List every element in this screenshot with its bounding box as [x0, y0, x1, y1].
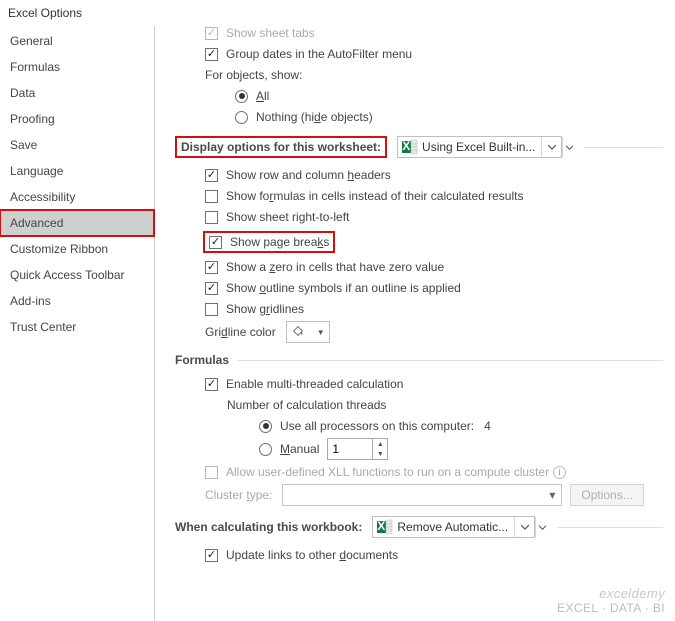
formulas-section-title: Formulas: [175, 353, 229, 367]
show-formulas-label: Show formulas in cells instead of their …: [226, 189, 523, 203]
sidebar-item-save[interactable]: Save: [0, 132, 154, 158]
outline-label: Show outline symbols if an outline is ap…: [226, 281, 461, 295]
num-threads-label: Number of calculation threads: [227, 398, 386, 412]
worksheet-dropdown[interactable]: X Using Excel Built-in...: [397, 136, 562, 158]
excel-file-icon: X: [402, 139, 418, 155]
sidebar-item-formulas[interactable]: Formulas: [0, 54, 154, 80]
sidebar-item-language[interactable]: Language: [0, 158, 154, 184]
zero-values-checkbox[interactable]: [205, 261, 218, 274]
sidebar-item-trust-center[interactable]: Trust Center: [0, 314, 154, 340]
chevron-down-icon: ▼: [317, 328, 325, 337]
objects-nothing-label: Nothing (hide objects): [256, 110, 373, 124]
objects-all-label: All: [256, 89, 269, 103]
multithread-checkbox[interactable]: [205, 378, 218, 391]
update-links-checkbox[interactable]: [205, 549, 218, 562]
sidebar-item-data[interactable]: Data: [0, 80, 154, 106]
info-icon[interactable]: i: [553, 466, 566, 479]
svg-text:X: X: [378, 519, 386, 533]
use-all-processors-label: Use all processors on this computer:: [280, 419, 484, 433]
update-links-label: Update links to other documents: [226, 548, 398, 562]
show-sheet-tabs-label: Show sheet tabs: [226, 26, 315, 40]
right-to-left-checkbox[interactable]: [205, 211, 218, 224]
excel-file-icon: X: [377, 519, 393, 535]
gridlines-label: Show gridlines: [226, 302, 304, 316]
manual-label: Manual: [280, 442, 319, 456]
sidebar-item-advanced[interactable]: Advanced: [0, 210, 154, 236]
gridlines-checkbox[interactable]: [205, 303, 218, 316]
xll-label: Allow user-defined XLL functions to run …: [226, 465, 549, 479]
sidebar-item-proofing[interactable]: Proofing: [0, 106, 154, 132]
manual-threads-input[interactable]: [328, 439, 372, 459]
paint-bucket-icon: [291, 324, 305, 341]
group-dates-checkbox[interactable]: [205, 48, 218, 61]
group-dates-label: Group dates in the AutoFilter menu: [226, 47, 412, 61]
page-breaks-highlight: Show page breaks: [203, 231, 335, 253]
show-sheet-tabs-checkbox[interactable]: [205, 27, 218, 40]
worksheet-section-title: Display options for this worksheet:: [175, 136, 387, 158]
zero-values-label: Show a zero in cells that have zero valu…: [226, 260, 444, 274]
chevron-down-icon: [541, 137, 561, 157]
cluster-options-button: Options...: [570, 484, 643, 506]
gridline-color-label: Gridline color: [205, 325, 276, 339]
gridline-color-dropdown[interactable]: ▼: [286, 321, 330, 343]
cluster-type-label: Cluster type:: [205, 488, 272, 502]
right-to-left-label: Show sheet right-to-left: [226, 210, 349, 224]
watermark: exceldemy EXCEL · DATA · BI: [557, 586, 665, 615]
sidebar-item-quick-access[interactable]: Quick Access Toolbar: [0, 262, 154, 288]
manual-radio[interactable]: [259, 443, 272, 456]
dropdown-split-icon[interactable]: [535, 517, 549, 537]
objects-nothing-radio[interactable]: [235, 111, 248, 124]
for-objects-label: For objects, show:: [205, 68, 302, 82]
chevron-down-icon: [514, 517, 534, 537]
multithread-label: Enable multi-threaded calculation: [226, 377, 403, 391]
xll-checkbox: [205, 466, 218, 479]
chevron-down-icon: ▾: [543, 488, 561, 502]
page-breaks-checkbox[interactable]: [209, 236, 222, 249]
calc-workbook-dropdown-text: Remove Automatic...: [397, 520, 514, 534]
outline-checkbox[interactable]: [205, 282, 218, 295]
sidebar-item-accessibility[interactable]: Accessibility: [0, 184, 154, 210]
row-col-headers-label: Show row and column headers: [226, 168, 391, 182]
row-col-headers-checkbox[interactable]: [205, 169, 218, 182]
sidebar-item-addins[interactable]: Add-ins: [0, 288, 154, 314]
sidebar-item-general[interactable]: General: [0, 28, 154, 54]
category-sidebar: General Formulas Data Proofing Save Lang…: [0, 26, 155, 621]
manual-threads-spinner[interactable]: ▲▼: [327, 438, 388, 460]
show-formulas-checkbox[interactable]: [205, 190, 218, 203]
svg-text:X: X: [402, 139, 410, 153]
processor-count: 4: [484, 419, 491, 433]
objects-all-radio[interactable]: [235, 90, 248, 103]
calc-section-title: When calculating this workbook:: [175, 520, 362, 534]
main-panel: Show sheet tabs Group dates in the AutoF…: [155, 26, 675, 621]
spinner-down-icon[interactable]: ▼: [373, 449, 387, 459]
use-all-processors-radio[interactable]: [259, 420, 272, 433]
dropdown-split-icon[interactable]: [562, 137, 576, 157]
page-breaks-label: Show page breaks: [230, 235, 329, 249]
sidebar-item-customize-ribbon[interactable]: Customize Ribbon: [0, 236, 154, 262]
worksheet-dropdown-text: Using Excel Built-in...: [422, 140, 541, 154]
cluster-type-dropdown: ▾: [282, 484, 562, 506]
spinner-up-icon[interactable]: ▲: [373, 439, 387, 449]
calc-workbook-dropdown[interactable]: X Remove Automatic...: [372, 516, 535, 538]
window-title: Excel Options: [0, 0, 675, 26]
